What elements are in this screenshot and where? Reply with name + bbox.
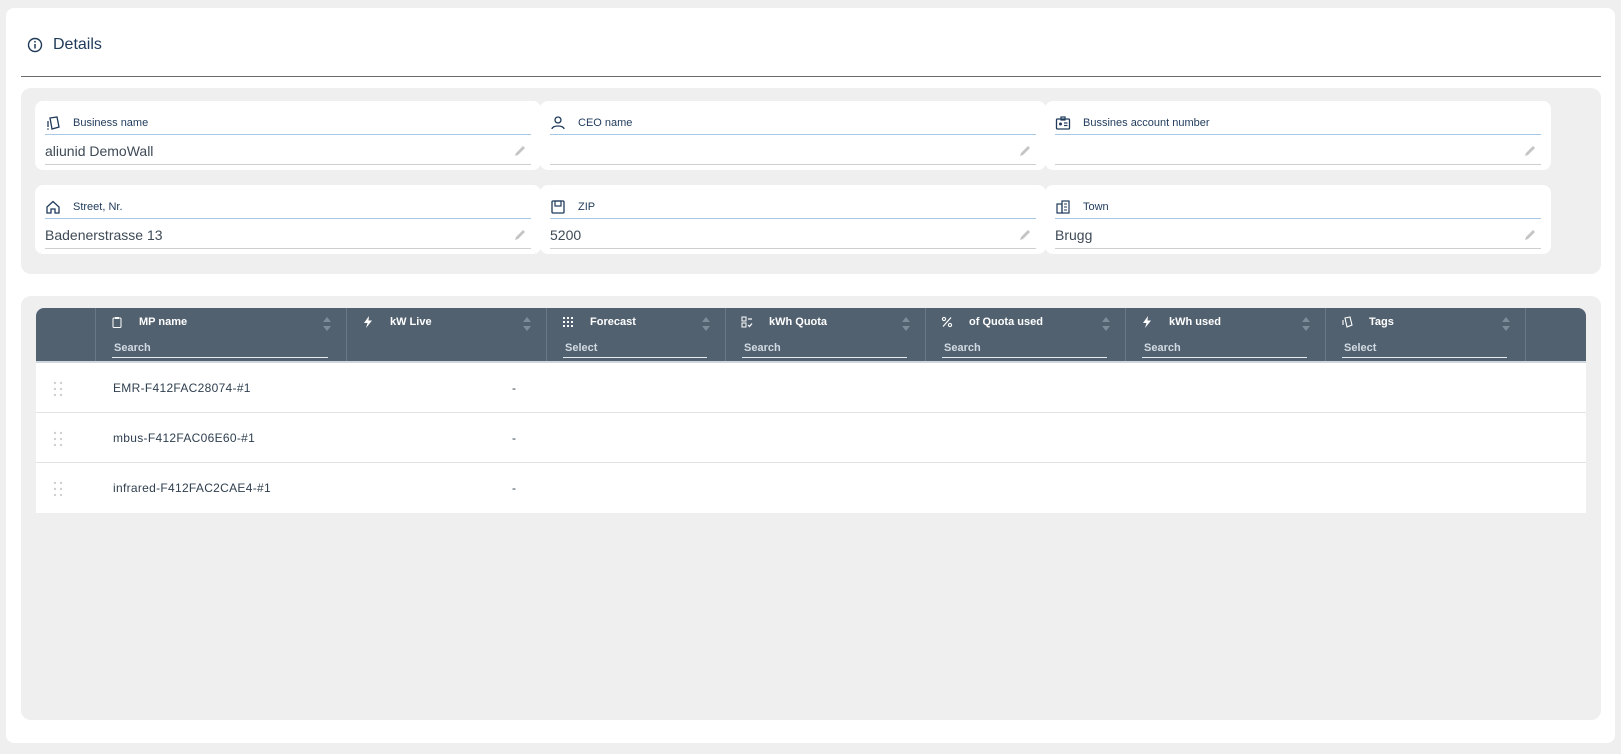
- sort-icon[interactable]: [1502, 316, 1510, 332]
- column-quota-used[interactable]: of Quota used Search: [926, 308, 1126, 361]
- mp-name-cell[interactable]: mbus-F412FAC06E60-#1: [113, 431, 255, 445]
- forecast-select[interactable]: Select: [563, 340, 707, 358]
- column-label: of Quota used: [969, 316, 1043, 328]
- bolt-icon: [364, 316, 372, 328]
- table-row[interactable]: mbus-F412FAC06E60-#1 -: [36, 413, 1586, 463]
- quota-used-search-input[interactable]: Search: [942, 340, 1107, 358]
- column-label: Tags: [1369, 316, 1394, 328]
- field-street[interactable]: Street, Nr. Badenerstrasse 13: [35, 185, 541, 254]
- column-kwh-used[interactable]: kWh used Search: [1126, 308, 1326, 361]
- pencil-icon[interactable]: [1018, 144, 1032, 158]
- sort-icon[interactable]: [1102, 316, 1110, 332]
- sort-icon[interactable]: [1302, 316, 1310, 332]
- info-icon: [27, 37, 43, 53]
- pencil-icon[interactable]: [1523, 144, 1537, 158]
- mp-name-cell[interactable]: EMR-F412FAC28074-#1: [113, 381, 251, 395]
- clipboard-icon: [112, 317, 122, 328]
- person-icon: [551, 115, 565, 129]
- kw-live-cell: -: [512, 430, 516, 445]
- field-label: Street, Nr.: [73, 200, 123, 213]
- column-label: Forecast: [590, 316, 636, 328]
- field-town[interactable]: Town Brugg: [1045, 185, 1551, 254]
- field-label: Bussines account number: [1083, 116, 1210, 129]
- column-label: MP name: [139, 316, 188, 328]
- bolt-icon: [1143, 316, 1151, 328]
- mp-name-cell[interactable]: infrared-F412FAC2CAE4-#1: [113, 481, 271, 495]
- measurement-points-table: MP name Search kW Live Forecast Select k…: [36, 308, 1586, 513]
- table-panel: MP name Search kW Live Forecast Select k…: [21, 296, 1601, 720]
- column-label: kWh used: [1169, 316, 1221, 328]
- column-kwh-quota[interactable]: kWh Quota Search: [726, 308, 926, 361]
- details-card: Details Business name aliunid DemoWall C…: [6, 8, 1615, 743]
- column-mp-name[interactable]: MP name Search: [96, 308, 347, 361]
- column-label: kW Live: [390, 316, 432, 328]
- fields-panel: Business name aliunid DemoWall CEO name: [21, 88, 1601, 274]
- mp-name-search-input[interactable]: Search: [112, 340, 328, 358]
- percent-icon: [941, 316, 953, 328]
- id-card-icon: [1055, 115, 1071, 130]
- field-label: CEO name: [578, 116, 633, 129]
- pencil-icon[interactable]: [1523, 228, 1537, 242]
- field-zip[interactable]: ZIP 5200: [540, 185, 1046, 254]
- column-tags[interactable]: Tags Select: [1326, 308, 1526, 361]
- mailbox-icon: [551, 199, 565, 214]
- tags-select[interactable]: Select: [1342, 340, 1507, 358]
- kwh-used-search-input[interactable]: Search: [1142, 340, 1307, 358]
- drag-handle-icon[interactable]: [53, 431, 63, 447]
- pencil-icon[interactable]: [513, 228, 527, 242]
- field-account-number[interactable]: Bussines account number: [1045, 101, 1551, 170]
- table-header: MP name Search kW Live Forecast Select k…: [36, 308, 1586, 363]
- kw-live-cell: -: [512, 481, 516, 495]
- table-body: EMR-F412FAC28074-#1 - mbus-F412FAC06E60-…: [36, 363, 1586, 513]
- section-title: Details: [53, 36, 102, 53]
- field-label: Town: [1083, 200, 1109, 213]
- kw-live-cell: -: [512, 380, 516, 395]
- field-label: Business name: [73, 116, 149, 129]
- field-value[interactable]: Brugg: [1055, 227, 1092, 243]
- pencil-icon[interactable]: [1018, 228, 1032, 242]
- kwh-quota-search-input[interactable]: Search: [742, 340, 907, 358]
- column-label: kWh Quota: [769, 316, 828, 328]
- tag-icon: [1342, 316, 1353, 328]
- home-icon: [46, 200, 60, 214]
- grid-icon: [563, 317, 573, 327]
- column-forecast[interactable]: Forecast Select: [547, 308, 726, 361]
- drag-handle-icon[interactable]: [53, 381, 63, 397]
- sort-icon[interactable]: [323, 316, 331, 332]
- pencil-icon[interactable]: [513, 144, 527, 158]
- field-business-name[interactable]: Business name aliunid DemoWall: [35, 101, 541, 170]
- quota-icon: [741, 316, 753, 328]
- field-value[interactable]: aliunid DemoWall: [45, 143, 153, 159]
- field-value[interactable]: Badenerstrasse 13: [45, 227, 163, 243]
- field-ceo-name[interactable]: CEO name: [540, 101, 1046, 170]
- sort-icon[interactable]: [523, 316, 531, 332]
- field-value[interactable]: 5200: [550, 227, 581, 243]
- sort-icon[interactable]: [702, 316, 710, 332]
- field-label: ZIP: [578, 200, 596, 213]
- column-drag: [36, 308, 96, 361]
- tag-icon: [47, 115, 60, 130]
- column-spacer: [1526, 308, 1586, 361]
- city-icon: [1056, 199, 1070, 214]
- section-header: Details: [21, 32, 1601, 77]
- table-row[interactable]: EMR-F412FAC28074-#1 -: [36, 363, 1586, 413]
- column-kw-live[interactable]: kW Live: [347, 308, 547, 361]
- drag-handle-icon[interactable]: [53, 481, 63, 497]
- table-row[interactable]: infrared-F412FAC2CAE4-#1 -: [36, 463, 1586, 513]
- sort-icon[interactable]: [902, 316, 910, 332]
